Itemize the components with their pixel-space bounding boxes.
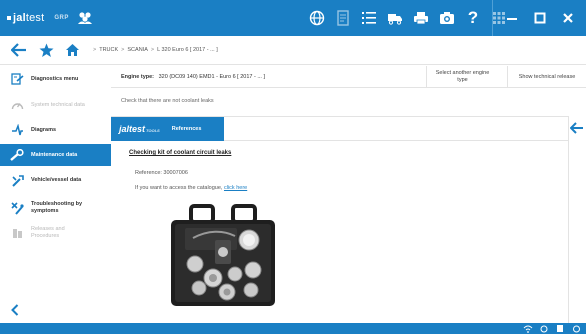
sidebar-item-vehicle-vessel-data[interactable]: Vehicle/vessel data bbox=[0, 169, 111, 191]
diagnostics-icon bbox=[10, 72, 24, 86]
reference-title: Checking kit of coolant circuit leaks bbox=[129, 150, 232, 156]
catalogue-line: If you want to access the catalogue, cli… bbox=[135, 185, 248, 191]
panel-back-arrow-icon[interactable] bbox=[568, 118, 586, 138]
help-icon[interactable]: ? bbox=[462, 7, 484, 29]
show-technical-release-button[interactable]: Show technical release bbox=[507, 66, 586, 88]
sidebar-item-label: Diagrams bbox=[31, 126, 57, 133]
sidebar-item-label: Troubleshooting by symptoms bbox=[31, 201, 83, 214]
sync-icon bbox=[538, 323, 550, 334]
reference-number: Reference: 30007006 bbox=[135, 170, 188, 176]
document-icon[interactable] bbox=[332, 7, 354, 29]
collapse-sidebar-icon[interactable] bbox=[8, 303, 22, 317]
status-bar bbox=[0, 323, 586, 334]
check-row: Check that there are not coolant leaks bbox=[111, 89, 586, 115]
engine-type: Engine type: 320 (DC09 140) EMD1 - Euro … bbox=[121, 73, 265, 80]
select-engine-button[interactable]: Select another engine type bbox=[426, 66, 498, 88]
brand-logo: jaltest bbox=[7, 12, 44, 24]
brand: jaltest GRP bbox=[0, 10, 93, 26]
breadcrumb-truck[interactable]: TRUCK bbox=[99, 47, 118, 53]
minimize-icon[interactable] bbox=[498, 0, 526, 36]
sidebar-item-maintenance-data[interactable]: Maintenance data bbox=[0, 144, 111, 166]
jaltest-tools-logo: jaltestTOOLS bbox=[119, 124, 160, 134]
connection-icon bbox=[570, 323, 582, 334]
panel-divider bbox=[224, 140, 569, 141]
truck-icon[interactable] bbox=[384, 7, 406, 29]
navigation-bar: > TRUCK > SCANIA > L 320 Euro 6 [ 2017 -… bbox=[0, 36, 586, 65]
app-window: jaltest GRP ? > TRUCK > SCANIA > L 320 E… bbox=[0, 0, 586, 334]
sidebar-item-diagnostics-menu[interactable]: Diagnostics menu bbox=[0, 68, 111, 90]
troubleshooting-icon bbox=[10, 201, 24, 215]
sidebar-item-label: System technical data bbox=[31, 101, 85, 108]
sidebar-item-label: Releases and Procedures bbox=[31, 226, 65, 239]
window-separator bbox=[492, 0, 493, 36]
tab-references[interactable]: jaltestTOOLS References bbox=[111, 117, 224, 141]
printer-icon[interactable] bbox=[410, 7, 432, 29]
sidebar-item-diagrams[interactable]: Diagrams bbox=[0, 119, 111, 141]
sidebar: Diagnostics menu System technical data D… bbox=[0, 66, 111, 323]
diagram-icon bbox=[10, 123, 24, 137]
tab-label: References bbox=[171, 126, 202, 132]
wrench-icon bbox=[10, 148, 24, 162]
engine-bar: Engine type: 320 (DC09 140) EMD1 - Euro … bbox=[111, 66, 586, 88]
sidebar-item-releases-procedures: Releases and Procedures bbox=[0, 221, 111, 245]
globe-icon[interactable] bbox=[306, 7, 328, 29]
sidebar-item-label: Vehicle/vessel data bbox=[31, 176, 82, 183]
list-icon[interactable] bbox=[358, 7, 380, 29]
top-bar: jaltest GRP ? bbox=[0, 0, 586, 36]
catalogue-link[interactable]: click here bbox=[224, 185, 247, 191]
star-icon[interactable] bbox=[35, 39, 57, 61]
close-icon[interactable] bbox=[554, 0, 582, 36]
sidebar-item-system-technical-data: System technical data bbox=[0, 93, 111, 117]
wifi-icon bbox=[522, 323, 534, 334]
sidebar-item-label: Diagnostics menu bbox=[31, 75, 79, 82]
tools-icon bbox=[10, 173, 24, 187]
maximize-icon[interactable] bbox=[526, 0, 554, 36]
status-icons bbox=[522, 323, 586, 334]
references-panel: jaltestTOOLS References Checking kit of … bbox=[111, 116, 569, 323]
toolbar: ? bbox=[306, 0, 514, 36]
releases-icon bbox=[10, 226, 24, 240]
breadcrumb-scania[interactable]: SCANIA bbox=[127, 47, 147, 53]
camera-icon[interactable] bbox=[436, 7, 458, 29]
breadcrumb-model[interactable]: L 320 Euro 6 [ 2017 - ... ] bbox=[157, 47, 218, 53]
coolant-leak-kit-image bbox=[163, 200, 283, 312]
battery-icon bbox=[554, 323, 566, 334]
home-icon[interactable] bbox=[61, 39, 83, 61]
brand-sub: GRP bbox=[54, 15, 69, 21]
sidebar-item-label: Maintenance data bbox=[31, 151, 78, 158]
sidebar-item-troubleshooting[interactable]: Troubleshooting by symptoms bbox=[0, 195, 111, 221]
breadcrumb: > TRUCK > SCANIA > L 320 Euro 6 [ 2017 -… bbox=[93, 47, 218, 53]
back-arrow-icon[interactable] bbox=[8, 39, 30, 61]
window-controls bbox=[498, 0, 582, 36]
users-icon[interactable] bbox=[77, 10, 93, 26]
check-instruction: Check that there are not coolant leaks bbox=[121, 98, 214, 104]
gauge-icon bbox=[10, 98, 24, 112]
